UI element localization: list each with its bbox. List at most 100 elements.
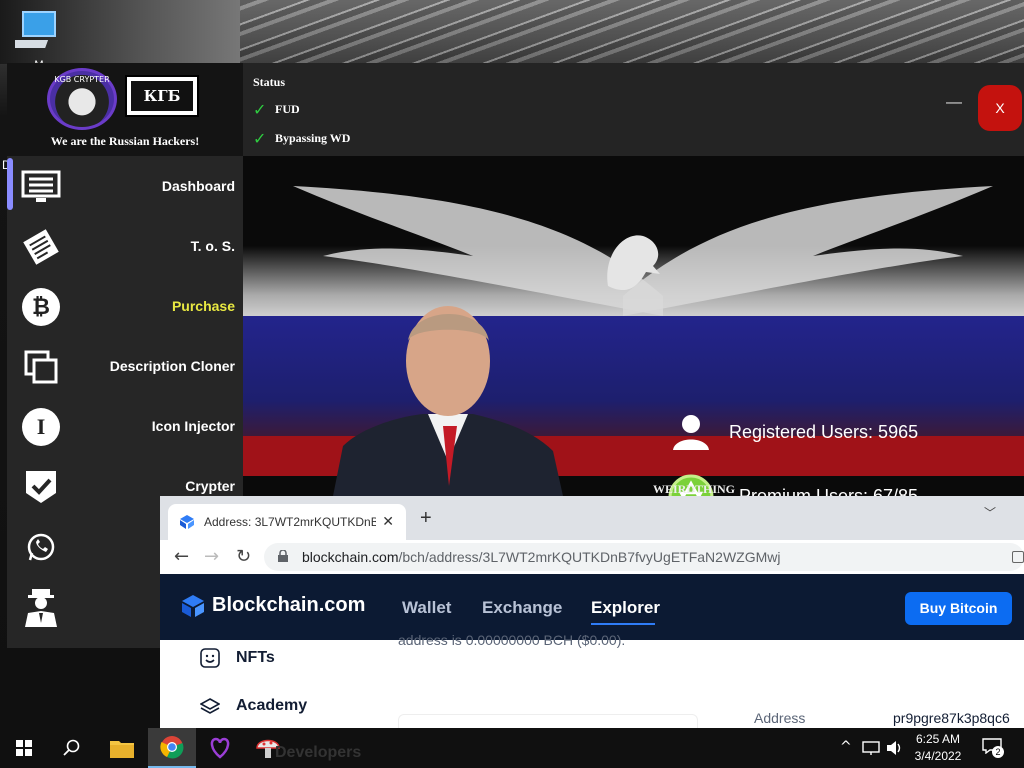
volume-icon[interactable] [886,740,904,756]
search-icon [63,739,80,756]
status-item: ✓ Bypassing WD [253,129,350,148]
sidebar-item-label: Dashboard [161,178,235,194]
windows-icon [16,740,32,756]
kgb-logo-text: КГБ [131,81,193,111]
agent-icon [21,587,61,627]
tab-strip: Address: 3L7WT2mrKQUTKDnB7fvyUgETFaN2WZG… [160,496,1024,540]
developers-label-overlay: Developers [275,744,362,761]
computer-icon [5,11,56,48]
taskbar-file-explorer[interactable] [98,728,146,768]
check-icon: ✓ [253,100,267,119]
taskbar: Developers ^ 6:25 AM 3/4/2022 2 [0,728,1024,768]
qr-card [398,714,698,728]
chrome-icon [160,736,184,759]
nav-link-explorer[interactable]: Explorer [591,598,660,618]
network-icon[interactable] [862,741,880,755]
app-slogan: We are the Russian Hackers! [50,134,200,148]
layers-icon [200,698,220,714]
chevron-up-icon[interactable]: ^ [840,739,852,755]
selection-indicator [7,158,13,210]
status-item-label: Bypassing WD [275,131,351,145]
wallpaper-texture [240,0,1024,64]
sidebar-item-label: Crypter [185,478,235,494]
info-i-icon: I [21,407,61,447]
nav-link-exchange[interactable]: Exchange [482,598,562,618]
blockchain-logo[interactable]: Blockchain.com [182,594,365,617]
back-button[interactable]: ← [174,546,189,567]
new-tab-button[interactable]: + [420,508,432,528]
tab-blockchain-address[interactable]: Address: 3L7WT2mrKQUTKDnB7fvyUgETFaN2WZG… [168,504,406,540]
eagle-wing-right [623,186,993,316]
address-label: Address [754,710,806,726]
chevron-down-icon[interactable]: ﹀ [984,504,996,521]
sidebar-item-label: Purchase [171,298,235,314]
sidebar-item-dashboard[interactable]: Dashboard [7,156,243,216]
minimize-button[interactable]: — [943,93,965,113]
kgb-logo: КГБ [125,75,199,117]
status-item: ✓ FUD [253,100,350,119]
whatsapp-icon [21,527,61,567]
folder-icon [110,741,134,758]
sidebar-link-academy[interactable]: Academy [200,696,307,716]
seal-text: KGB CRYPTER [54,75,110,84]
clock-time: 6:25 AM [915,732,961,746]
nav-link-wallet[interactable]: Wallet [402,598,451,618]
blockchain-logo-icon [182,594,204,617]
browser-toolbar: ← → ↻ blockchain.com/bch/address/3L7WT2m… [160,540,1024,574]
taskbar-chrome[interactable] [148,728,196,768]
close-button[interactable]: X [978,85,1022,131]
sidebar-link-nfts[interactable]: NFTs [200,648,275,668]
blockchain-page-body: address is 0.00000000 BCH ($0.00). NFTs … [160,632,1024,728]
sidebar-item-label: Icon Injector [151,418,235,434]
sidebar-item-description-cloner[interactable]: Description Cloner [7,336,243,396]
smiley-icon [200,648,220,668]
share-icon[interactable] [1012,551,1024,563]
status-title: Status [253,75,286,89]
sidebar-item-label: Description Cloner [109,358,235,374]
notification-count-badge: 2 [992,746,1004,758]
check-icon: ✓ [253,129,267,148]
sidebar-item-purchase[interactable]: ₿ Purchase [7,276,243,336]
shield-check-icon [21,467,61,507]
forward-button[interactable]: → [204,546,219,567]
sidebar-item-tos[interactable]: T. o. S. [7,216,243,276]
sidebar-link-label: NFTs [236,649,275,666]
copy-icon [21,347,61,387]
address-value: pr9pgre87k3p8qc6 [893,710,1010,726]
app-header: KGB CRYPTER КГБ We are the Russian Hacke… [7,63,1024,156]
user-icon [673,415,709,450]
blockchain-navbar: Blockchain.com Wallet Exchange Explorer … [160,574,1024,640]
status-item-label: FUD [275,102,300,116]
start-button[interactable] [0,728,48,768]
system-clock[interactable]: 6:25 AM 3/4/2022 [905,731,971,765]
eagle-head [607,235,660,291]
app-heart-icon [210,737,230,759]
logo-area: KGB CRYPTER КГБ We are the Russian Hacke… [7,63,243,156]
buy-bitcoin-button[interactable]: Buy Bitcoin [905,592,1012,625]
address-bar[interactable]: blockchain.com/bch/address/3L7WT2mrKQUTK… [264,543,1024,571]
monitor-icon [21,167,61,207]
desktop-icon-computer[interactable]: M [5,10,64,71]
url-host: blockchain.com [302,549,399,565]
url-text: blockchain.com/bch/address/3L7WT2mrKQUTK… [302,549,780,565]
blockchain-favicon [180,515,194,529]
search-button[interactable] [48,728,96,768]
tab-title: Address: 3L7WT2mrKQUTKDnB7fvyUgETFaN2WZG… [204,515,376,529]
sidebar-link-label: Academy [236,697,308,714]
registered-users-stat: Registered Users: 5965 [729,422,919,442]
lock-icon [278,550,288,562]
close-icon[interactable]: ✕ [382,513,394,530]
taskbar-app-purple[interactable] [196,728,244,768]
reload-button[interactable]: ↻ [236,546,251,567]
sidebar-item-icon-injector[interactable]: I Icon Injector [7,396,243,456]
status-panel: Status ✓ FUD ✓ Bypassing WD [253,75,350,148]
notification-center-button[interactable]: 2 [982,738,1004,758]
clock-date: 3/4/2022 [914,749,962,763]
bitcoin-icon: ₿ [21,287,61,327]
sidebar-item-label: T. o. S. [190,238,235,254]
banner-text: WEIRDTHING [653,482,736,496]
active-nav-underline [591,623,655,625]
portrait-image [333,306,563,496]
browser-window: Address: 3L7WT2mrKQUTKDnB7fvyUgETFaN2WZG… [160,496,1024,728]
balance-text: address is 0.00000000 BCH ($0.00). [398,632,626,648]
